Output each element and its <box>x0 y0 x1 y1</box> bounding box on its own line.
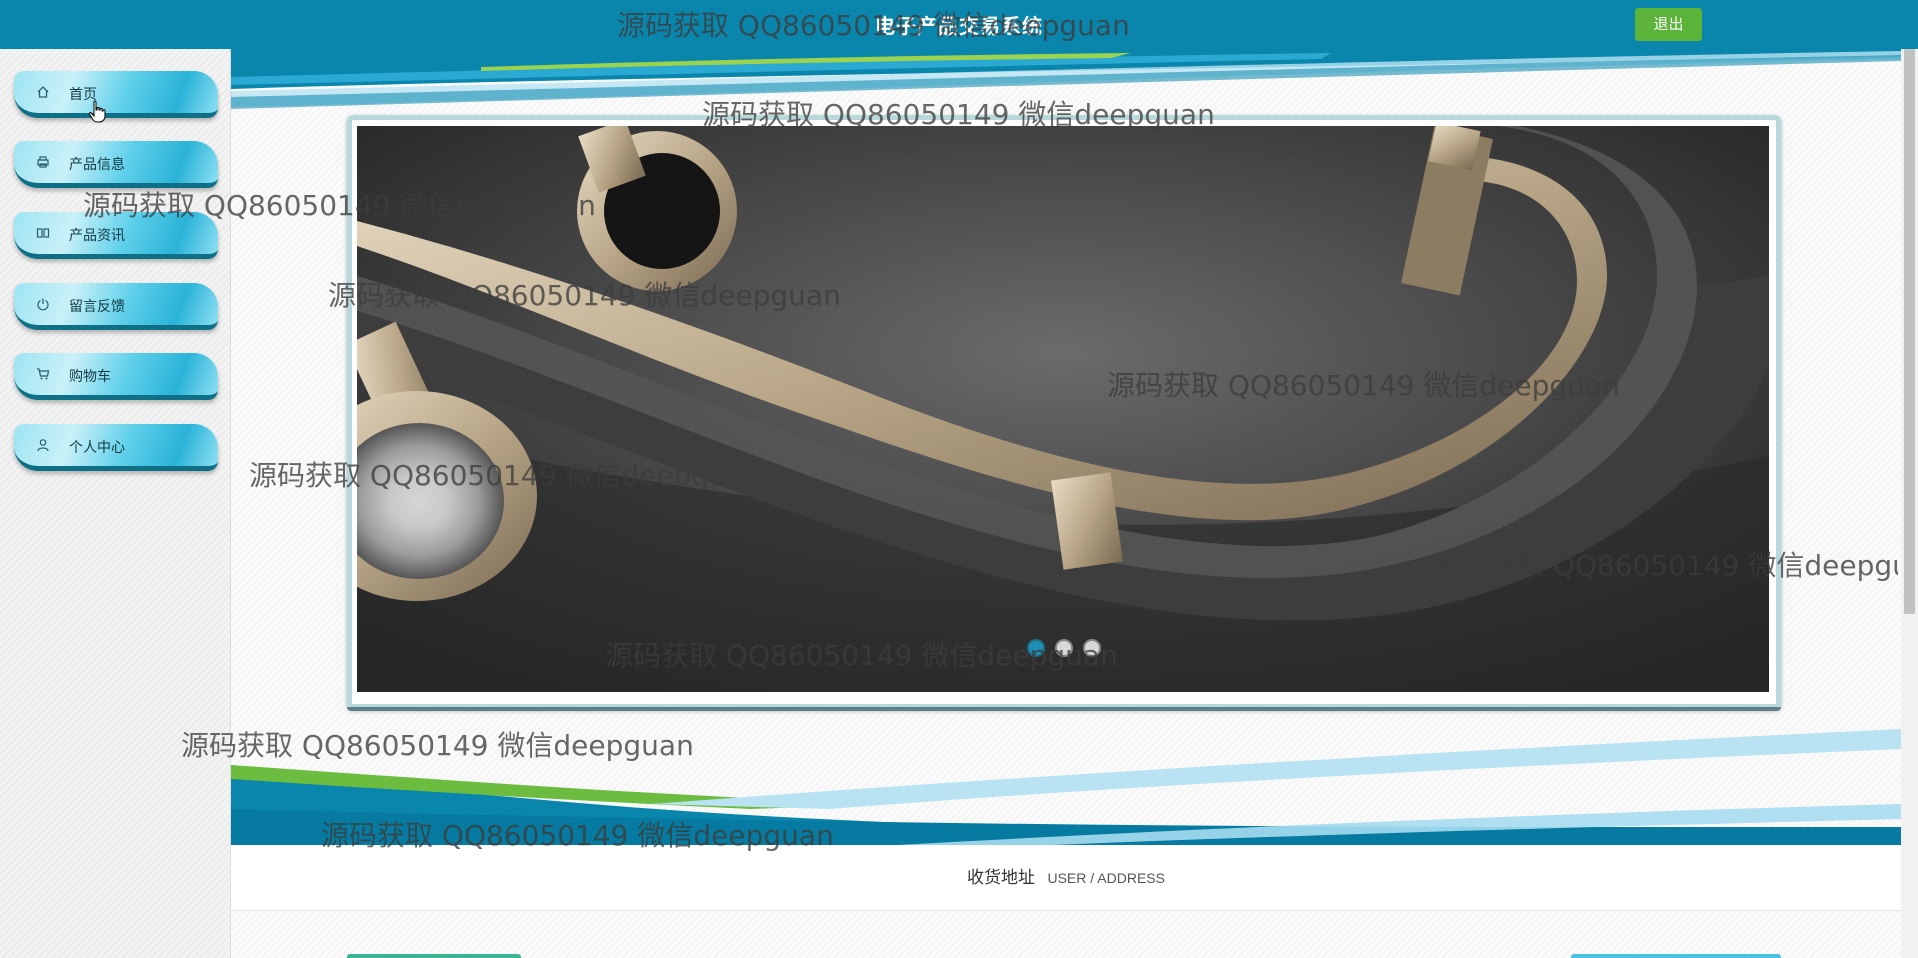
home-icon <box>36 85 50 99</box>
power-icon <box>36 297 50 311</box>
user-icon <box>36 438 50 452</box>
carousel-indicators <box>352 639 1776 662</box>
printer-icon <box>36 155 50 169</box>
address-section-header: 收货地址 USER / ADDRESS <box>231 845 1901 911</box>
address-subtitle: USER / ADDRESS <box>1047 870 1165 886</box>
cart-icon <box>36 367 50 381</box>
address-title: 收货地址 <box>967 868 1036 887</box>
carousel-slide-image[interactable] <box>357 126 1769 692</box>
hand-cursor-icon <box>88 100 106 123</box>
headphones-image <box>357 126 1769 692</box>
logout-button[interactable]: 退出 <box>1635 8 1702 41</box>
carousel-dot-2[interactable] <box>1055 639 1073 657</box>
sidebar-item-label: 留言反馈 <box>69 298 125 314</box>
carousel-dot-1[interactable] <box>1026 639 1045 657</box>
app-title: 电子产品交易系统 <box>875 16 1043 38</box>
sidebar-item-home[interactable]: 首页 <box>14 71 218 118</box>
sidebar-item-product-news[interactable]: 产品资讯 <box>14 212 218 259</box>
top-bar: 电子产品交易系统 退出 <box>0 0 1918 49</box>
scrollbar-thumb[interactable] <box>1904 49 1915 614</box>
sidebar-item-label: 个人中心 <box>69 439 125 455</box>
main-content: 收货地址 USER / ADDRESS <box>231 49 1901 958</box>
sidebar: 首页 产品信息 产品资讯 留言反馈 购物车 个人中心 <box>0 49 231 958</box>
sidebar-item-user-center[interactable]: 个人中心 <box>14 424 218 471</box>
page-scrollbar[interactable] <box>1901 49 1918 958</box>
carousel-dot-3[interactable] <box>1083 639 1102 657</box>
book-icon <box>36 226 50 240</box>
section-tab-left[interactable] <box>347 954 521 958</box>
sidebar-item-cart[interactable]: 购物车 <box>14 353 218 400</box>
sidebar-item-product-info[interactable]: 产品信息 <box>14 141 218 188</box>
sidebar-item-label: 产品资讯 <box>69 227 125 243</box>
image-carousel[interactable] <box>347 115 1781 711</box>
sidebar-item-label: 产品信息 <box>69 156 125 172</box>
top-wave-decoration <box>231 49 1901 109</box>
sidebar-item-label: 购物车 <box>69 368 111 384</box>
section-tab-right[interactable] <box>1571 954 1781 958</box>
sidebar-item-feedback[interactable]: 留言反馈 <box>14 283 218 330</box>
